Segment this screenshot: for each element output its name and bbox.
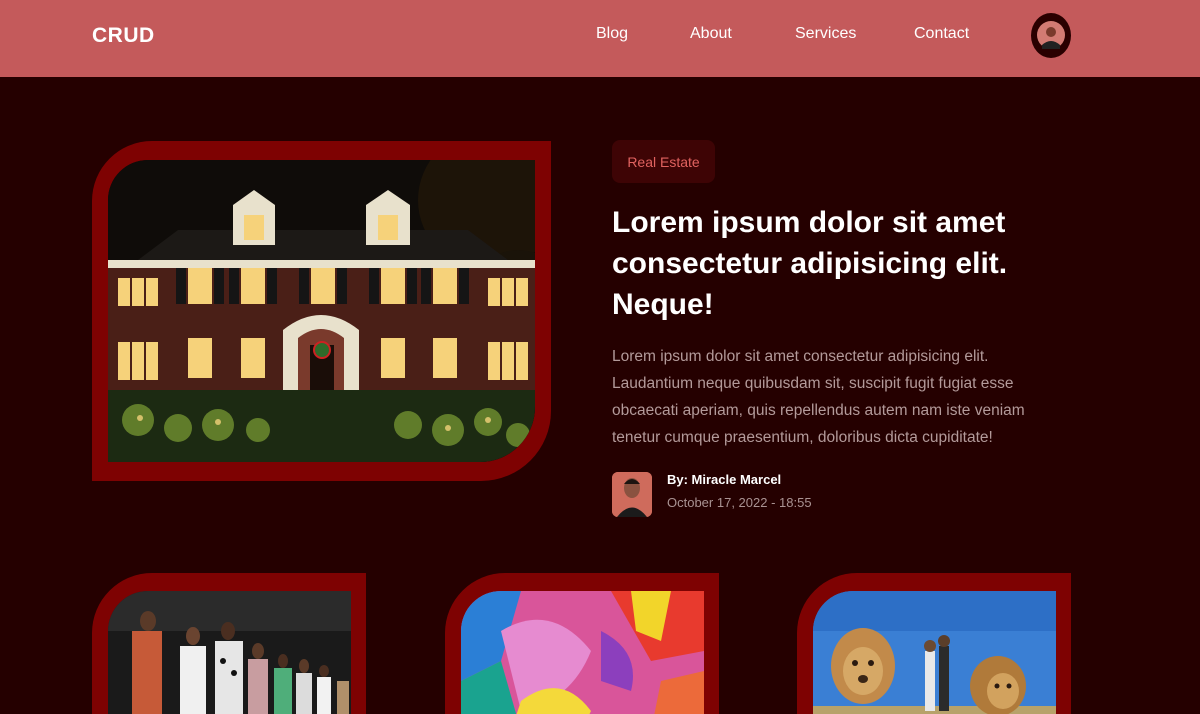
nav-link-blog[interactable]: Blog — [596, 25, 628, 43]
nav-link-services[interactable]: Services — [795, 25, 856, 43]
featured-house-image[interactable] — [108, 160, 535, 462]
fashion-runway-image[interactable] — [108, 591, 351, 714]
author-name[interactable]: By: Miracle Marcel — [667, 472, 781, 487]
author-avatar — [612, 472, 652, 517]
user-avatar-icon[interactable] — [1031, 13, 1071, 58]
category-badge[interactable]: Real Estate — [612, 140, 715, 183]
navbar: CRUD Blog About Services Contact — [0, 0, 1200, 77]
post-title[interactable]: Lorem ipsum dolor sit amet consectetur a… — [612, 202, 1072, 325]
post-date: October 17, 2022 - 18:55 — [667, 495, 812, 510]
lions-image[interactable] — [813, 591, 1056, 714]
nav-link-about[interactable]: About — [690, 25, 732, 43]
abstract-paint-image[interactable] — [461, 591, 704, 714]
post-excerpt: Lorem ipsum dolor sit amet consectetur a… — [612, 348, 1025, 446]
site-logo[interactable]: CRUD — [92, 24, 155, 48]
nav-link-contact[interactable]: Contact — [914, 25, 969, 43]
